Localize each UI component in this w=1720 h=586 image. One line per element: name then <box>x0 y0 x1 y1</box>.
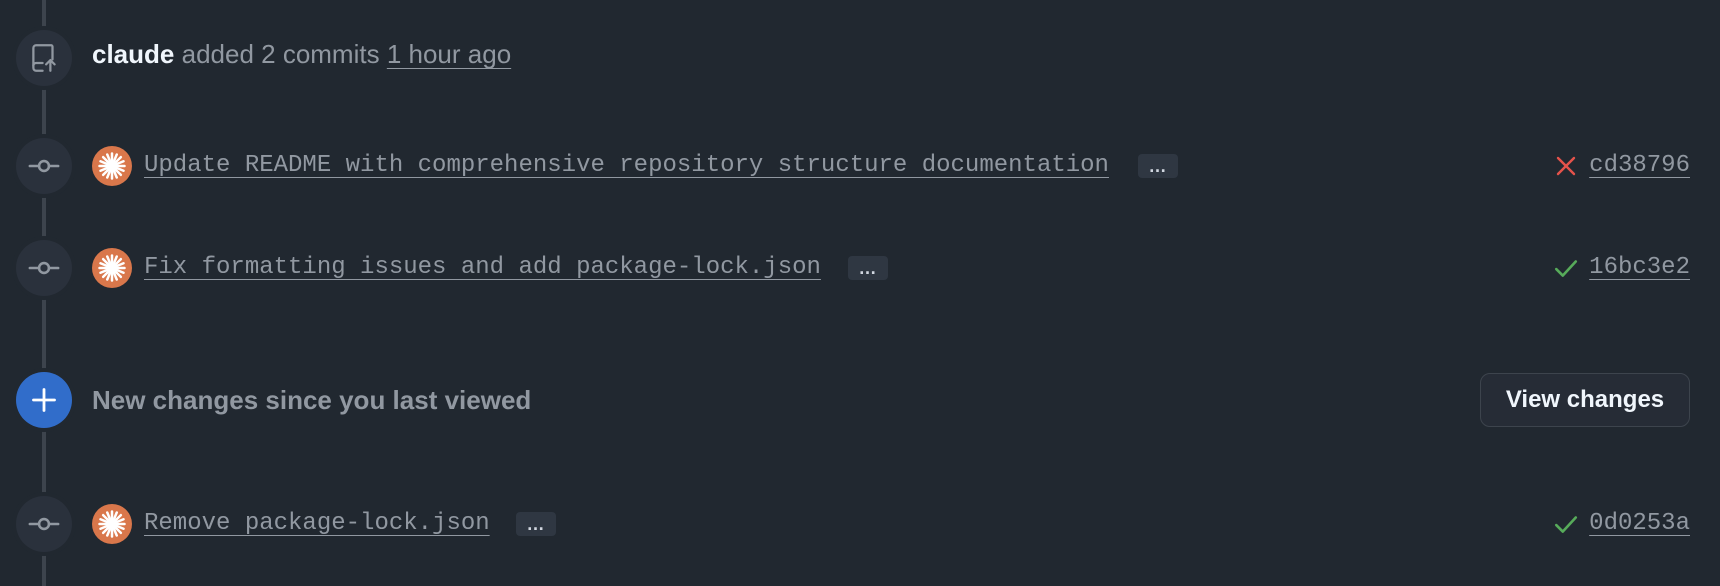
avatar[interactable] <box>92 146 132 186</box>
commit-row: Fix formatting issues and add package-lo… <box>0 240 1720 296</box>
commit-sha-link[interactable]: 16bc3e2 <box>1589 252 1690 284</box>
commit-badge <box>16 240 72 296</box>
commit-message-link[interactable]: Remove package-lock.json <box>144 508 490 540</box>
commit-message-link[interactable]: Fix formatting issues and add package-lo… <box>144 252 821 284</box>
commit-row: Remove package-lock.json … 0d0253a <box>0 496 1720 552</box>
commit-badge <box>16 496 72 552</box>
commit-badge <box>16 138 72 194</box>
view-changes-button[interactable]: View changes <box>1480 373 1690 427</box>
avatar[interactable] <box>92 504 132 544</box>
git-commit-icon <box>28 159 60 173</box>
commit-message-link[interactable]: Update README with comprehensive reposit… <box>144 150 1109 182</box>
push-event-action: added 2 commits <box>181 39 380 69</box>
push-event: claude added 2 commits 1 hour ago <box>0 28 1720 88</box>
claude-logo-icon <box>98 152 126 180</box>
new-changes-text: New changes since you last viewed <box>92 385 532 415</box>
status-success-icon[interactable] <box>1552 254 1580 282</box>
status-success-icon[interactable] <box>1552 510 1580 538</box>
author-link[interactable]: claude <box>92 39 174 69</box>
status-failure-icon[interactable] <box>1552 152 1580 180</box>
commit-sha-link[interactable]: 0d0253a <box>1589 508 1690 540</box>
commit-details-button[interactable]: … <box>848 256 888 280</box>
git-commit-icon <box>28 517 60 531</box>
git-commit-icon <box>28 261 60 275</box>
commit-sha-link[interactable]: cd38796 <box>1589 150 1690 182</box>
claude-logo-icon <box>98 254 126 282</box>
avatar[interactable] <box>92 248 132 288</box>
push-event-text: claude added 2 commits 1 hour ago <box>92 38 511 70</box>
commit-details-button[interactable]: … <box>516 512 556 536</box>
commit-details-button[interactable]: … <box>1138 154 1178 178</box>
push-event-time-link[interactable]: 1 hour ago <box>387 39 511 69</box>
push-event-badge <box>16 30 72 86</box>
claude-logo-icon <box>98 510 126 538</box>
new-changes-badge <box>16 372 72 428</box>
new-changes-row: New changes since you last viewed View c… <box>0 372 1720 428</box>
plus-icon <box>32 388 56 412</box>
commit-row: Update README with comprehensive reposit… <box>0 138 1720 194</box>
repo-push-icon <box>32 44 56 72</box>
